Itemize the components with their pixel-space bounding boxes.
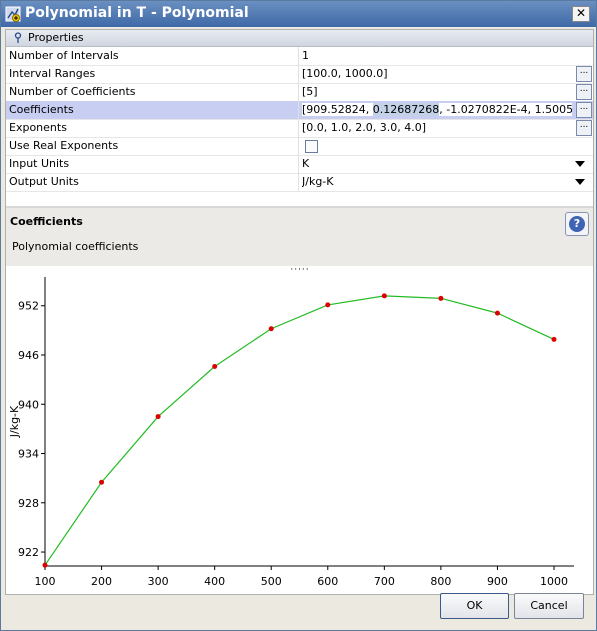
x-tick-label: 800 bbox=[430, 575, 451, 588]
property-label: Number of Intervals bbox=[9, 49, 119, 62]
y-tick-label: 940 bbox=[18, 398, 39, 411]
property-row-output-units[interactable]: Output Units J/kg-K bbox=[6, 173, 593, 192]
chart-panel: ····· 922 928 934 940 946 952 100 200 300 400 500 6… bbox=[6, 265, 593, 606]
property-label: Input Units bbox=[9, 157, 70, 170]
data-point bbox=[325, 302, 331, 308]
help-button[interactable]: ? bbox=[565, 212, 589, 236]
coefficients-selected-text: 0.12687268 bbox=[372, 103, 440, 116]
property-value[interactable]: 1 bbox=[302, 49, 572, 62]
property-row-use-real-exponents[interactable]: Use Real Exponents bbox=[6, 137, 593, 156]
chevron-down-icon[interactable] bbox=[575, 161, 585, 167]
edit-ellipsis-button[interactable]: ... bbox=[576, 84, 592, 100]
polynomial-icon bbox=[5, 6, 21, 22]
y-tick-label: 946 bbox=[18, 349, 39, 362]
y-tick-label: 928 bbox=[18, 497, 39, 510]
content-panel: Properties Number of Intervals 1 Interva… bbox=[5, 29, 594, 606]
chevron-down-icon[interactable] bbox=[575, 179, 585, 185]
coefficients-text-pre: [909.52824, bbox=[302, 103, 373, 116]
property-value[interactable]: [100.0, 1000.0] bbox=[302, 67, 572, 80]
property-row-number-of-intervals[interactable]: Number of Intervals 1 bbox=[6, 47, 593, 66]
series-line bbox=[44, 295, 555, 566]
properties-header[interactable]: Properties bbox=[6, 30, 593, 47]
output-units-select[interactable]: J/kg-K bbox=[302, 175, 572, 188]
property-row-number-of-coefficients[interactable]: Number of Coefficients [5] ... bbox=[6, 83, 593, 102]
cancel-button[interactable]: Cancel bbox=[514, 593, 584, 619]
edit-ellipsis-button[interactable]: ... bbox=[576, 102, 592, 118]
description-text: Polynomial coefficients bbox=[12, 240, 139, 253]
property-row-input-units[interactable]: Input Units K bbox=[6, 155, 593, 174]
data-point bbox=[551, 336, 557, 342]
x-axis-label: K bbox=[296, 593, 304, 594]
property-label: Coefficients bbox=[9, 103, 74, 116]
data-point bbox=[494, 310, 500, 316]
x-tick-label: 900 bbox=[487, 575, 508, 588]
data-point bbox=[99, 479, 105, 485]
property-label: Interval Ranges bbox=[9, 67, 96, 80]
description-panel: Coefficients Polynomial coefficients ? bbox=[6, 206, 593, 266]
data-point bbox=[155, 414, 161, 420]
data-point bbox=[42, 562, 48, 568]
x-tick-label: 100 bbox=[35, 575, 56, 588]
input-units-select[interactable]: K bbox=[302, 157, 572, 170]
edit-ellipsis-button[interactable]: ... bbox=[576, 120, 592, 136]
x-tick-label: 1000 bbox=[540, 575, 568, 588]
description-title: Coefficients bbox=[10, 215, 83, 228]
y-tick-label: 922 bbox=[18, 546, 39, 559]
x-tick-label: 600 bbox=[317, 575, 338, 588]
property-label: Use Real Exponents bbox=[9, 139, 119, 152]
help-icon: ? bbox=[569, 216, 585, 232]
close-icon: ✕ bbox=[575, 6, 587, 20]
data-point bbox=[268, 326, 274, 332]
property-value[interactable]: [5] bbox=[302, 85, 572, 98]
property-label: Exponents bbox=[9, 121, 67, 134]
properties-title: Properties bbox=[28, 31, 84, 44]
splitter-handle[interactable]: ····· bbox=[290, 265, 309, 275]
polynomial-chart: ····· 922 928 934 940 946 952 100 200 300 400 500 6… bbox=[8, 265, 574, 606]
data-point bbox=[438, 295, 444, 301]
close-button[interactable]: ✕ bbox=[572, 6, 590, 22]
y-axis-label: J/kg-K bbox=[8, 405, 21, 438]
coefficients-text-post: , -1.0270822E-4, 1.50057 bbox=[439, 103, 572, 116]
use-real-exponents-checkbox[interactable] bbox=[305, 140, 318, 153]
x-tick-label: 500 bbox=[261, 575, 282, 588]
x-tick-label: 200 bbox=[91, 575, 112, 588]
property-value[interactable]: [0.0, 1.0, 2.0, 3.0, 4.0] bbox=[302, 121, 572, 134]
coefficients-input[interactable]: [909.52824, 0.12687268, -1.0270822E-4, 1… bbox=[302, 103, 572, 116]
edit-ellipsis-button[interactable]: ... bbox=[576, 66, 592, 82]
x-tick-label: 300 bbox=[148, 575, 169, 588]
property-label: Output Units bbox=[9, 175, 79, 188]
pin-icon[interactable] bbox=[13, 32, 23, 44]
property-row-interval-ranges[interactable]: Interval Ranges [100.0, 1000.0] ... bbox=[6, 65, 593, 84]
property-label: Number of Coefficients bbox=[9, 85, 136, 98]
window-title: Polynomial in T - Polynomial bbox=[25, 5, 249, 21]
y-tick-label: 952 bbox=[18, 300, 39, 313]
property-row-exponents[interactable]: Exponents [0.0, 1.0, 2.0, 3.0, 4.0] ... bbox=[6, 119, 593, 138]
data-point bbox=[381, 293, 387, 299]
x-tick-label: 400 bbox=[204, 575, 225, 588]
title-bar[interactable]: Polynomial in T - Polynomial ✕ bbox=[1, 1, 596, 27]
data-point bbox=[212, 363, 218, 369]
dialog-window: Polynomial in T - Polynomial ✕ Propertie… bbox=[0, 0, 597, 631]
property-row-coefficients[interactable]: Coefficients [909.52824, 0.12687268, -1.… bbox=[6, 101, 593, 120]
ok-button[interactable]: OK bbox=[440, 593, 509, 619]
x-tick-label: 700 bbox=[374, 575, 395, 588]
y-tick-label: 934 bbox=[18, 448, 39, 461]
